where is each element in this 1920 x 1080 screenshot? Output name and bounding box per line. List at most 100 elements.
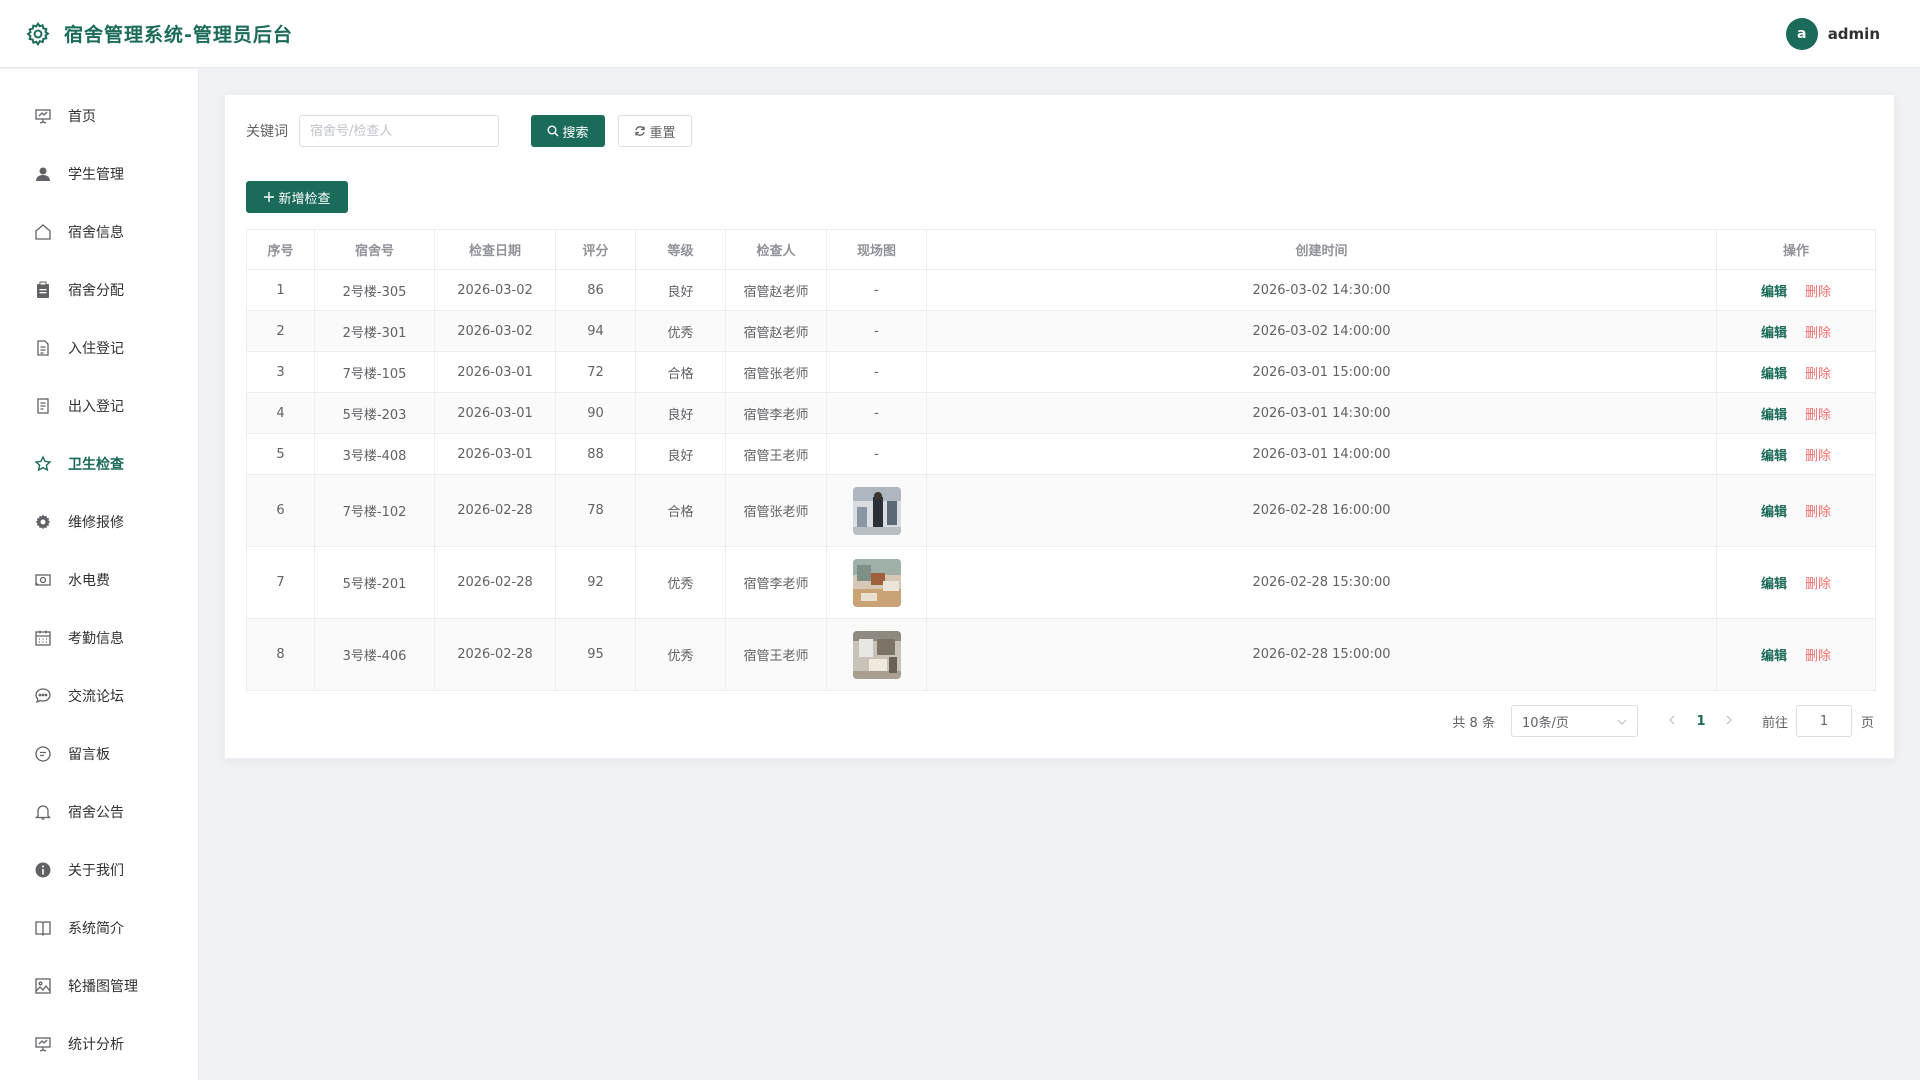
avatar[interactable]: a	[1785, 18, 1818, 50]
cell-score: 90	[555, 392, 636, 434]
sidebar-item-carousel[interactable]: 轮播图管理	[0, 957, 199, 1015]
cell-no: 3	[246, 351, 315, 393]
delete-button[interactable]: 删除	[1805, 408, 1831, 423]
edit-button[interactable]: 编辑	[1761, 367, 1787, 382]
delete-button[interactable]: 删除	[1805, 449, 1831, 464]
sidebar-item-message-board[interactable]: 留言板	[0, 725, 199, 783]
edit-button[interactable]: 编辑	[1761, 505, 1787, 520]
presentation-icon	[34, 107, 52, 125]
prev-page-button[interactable]	[1658, 713, 1686, 729]
sidebar-item-announcements[interactable]: 宿舍公告	[0, 783, 199, 841]
edit-button[interactable]: 编辑	[1761, 408, 1787, 423]
column-header: 等级	[635, 229, 726, 270]
page-size-select[interactable]: 10条/页	[1510, 705, 1638, 737]
keyword-label: 关键词	[246, 124, 288, 140]
delete-button[interactable]: 删除	[1805, 326, 1831, 341]
cell-actions: 编辑 删除	[1716, 546, 1876, 619]
book-icon	[34, 919, 52, 937]
cell-no: 1	[246, 269, 315, 311]
cell-no: 4	[246, 392, 315, 434]
edit-button[interactable]: 编辑	[1761, 326, 1787, 341]
column-header: 评分	[555, 229, 636, 270]
sidebar-item-repair[interactable]: 维修报修	[0, 493, 199, 551]
cell-created: 2026-03-01 14:00:00	[926, 433, 1717, 475]
column-header: 序号	[246, 229, 315, 270]
clipboard-icon	[34, 281, 52, 299]
sidebar-item-students[interactable]: 学生管理	[0, 145, 199, 203]
cell-photo-empty: -	[826, 392, 927, 434]
chat-dots-icon	[34, 687, 52, 705]
sidebar-item-system-intro[interactable]: 系统简介	[0, 899, 199, 957]
sidebar-item-hygiene-check[interactable]: 卫生检查	[0, 435, 199, 493]
sidebar-item-checkin[interactable]: 入住登记	[0, 319, 199, 377]
user-menu[interactable]: a admin	[1785, 18, 1880, 50]
cell-grade: 合格	[635, 351, 726, 393]
search-input[interactable]	[299, 115, 499, 147]
cell-inspector: 宿管张老师	[725, 474, 827, 547]
inspection-photo-thumbnail[interactable]	[852, 558, 901, 607]
goto-page-input[interactable]	[1795, 705, 1852, 737]
cell-photo-empty: -	[826, 351, 927, 393]
sidebar-item-label: 交流论坛	[68, 689, 124, 705]
cell-photo	[826, 618, 927, 691]
sidebar-item-label: 出入登记	[68, 399, 124, 415]
sidebar-item-access-log[interactable]: 出入登记	[0, 377, 199, 435]
reset-button[interactable]: 重置	[618, 115, 692, 147]
sidebar-item-about[interactable]: 关于我们	[0, 841, 199, 899]
sidebar-item-label: 宿舍公告	[68, 805, 124, 821]
sidebar-item-dorm-assign[interactable]: 宿舍分配	[0, 261, 199, 319]
sidebar-item-forum[interactable]: 交流论坛	[0, 667, 199, 725]
edit-button[interactable]: 编辑	[1761, 649, 1787, 664]
inspection-photo-thumbnail[interactable]	[852, 630, 901, 679]
cell-created: 2026-03-01 14:30:00	[926, 392, 1717, 434]
sidebar-item-attendance[interactable]: 考勤信息	[0, 609, 199, 667]
sidebar-item-label: 学生管理	[68, 167, 124, 183]
sidebar-item-dorm-info[interactable]: 宿舍信息	[0, 203, 199, 261]
cell-no: 6	[246, 474, 315, 547]
chat-lines-icon	[34, 745, 52, 763]
delete-button[interactable]: 删除	[1805, 367, 1831, 382]
edit-button[interactable]: 编辑	[1761, 577, 1787, 592]
delete-button[interactable]: 删除	[1805, 577, 1831, 592]
inspection-photo-thumbnail[interactable]	[852, 486, 901, 535]
chevron-down-icon	[1617, 714, 1627, 729]
cell-created: 2026-02-28 15:00:00	[926, 618, 1717, 691]
table-row: 7 5号楼-201 2026-02-28 92 优秀 宿管李老师 2026-02…	[246, 546, 1876, 619]
cell-date: 2026-02-28	[434, 546, 556, 619]
sidebar-item-utilities[interactable]: 水电费	[0, 551, 199, 609]
cell-room: 2号楼-305	[314, 269, 435, 311]
username[interactable]: admin	[1828, 25, 1880, 43]
cell-room: 5号楼-201	[314, 546, 435, 619]
sidebar-item-home[interactable]: 首页	[0, 87, 199, 145]
cell-photo	[826, 474, 927, 547]
info-icon	[34, 861, 52, 879]
search-button[interactable]: 搜索	[531, 115, 605, 147]
cell-date: 2026-03-01	[434, 351, 556, 393]
table-header-row: 序号 宿舍号 检查日期 评分 等级 检查人 现场图 创建时间 操作	[246, 229, 1876, 270]
page-number-current[interactable]: 1	[1686, 714, 1716, 729]
sidebar-item-label: 考勤信息	[68, 631, 124, 647]
cell-grade: 良好	[635, 433, 726, 475]
delete-button[interactable]: 删除	[1805, 505, 1831, 520]
next-page-button[interactable]	[1716, 713, 1744, 729]
money-icon	[34, 571, 52, 589]
cell-grade: 优秀	[635, 546, 726, 619]
add-inspection-button[interactable]: 新增检查	[246, 181, 348, 213]
delete-button[interactable]: 删除	[1805, 285, 1831, 300]
table-row: 1 2号楼-305 2026-03-02 86 良好 宿管赵老师 - 2026-…	[246, 269, 1876, 311]
cell-score: 88	[555, 433, 636, 475]
edit-button[interactable]: 编辑	[1761, 449, 1787, 464]
picture-icon	[34, 977, 52, 995]
sidebar-item-label: 入住登记	[68, 341, 124, 357]
cell-actions: 编辑 删除	[1716, 269, 1876, 311]
cell-score: 72	[555, 351, 636, 393]
table-row: 3 7号楼-105 2026-03-01 72 合格 宿管张老师 - 2026-…	[246, 351, 1876, 393]
table-row: 8 3号楼-406 2026-02-28 95 优秀 宿管王老师 2026-02…	[246, 618, 1876, 691]
sidebar-item-label: 轮播图管理	[68, 979, 138, 995]
sidebar-item-label: 卫生检查	[68, 457, 124, 473]
cell-no: 5	[246, 433, 315, 475]
sidebar-item-statistics[interactable]: 统计分析	[0, 1015, 199, 1073]
delete-button[interactable]: 删除	[1805, 649, 1831, 664]
edit-button[interactable]: 编辑	[1761, 285, 1787, 300]
search-icon	[547, 125, 559, 137]
